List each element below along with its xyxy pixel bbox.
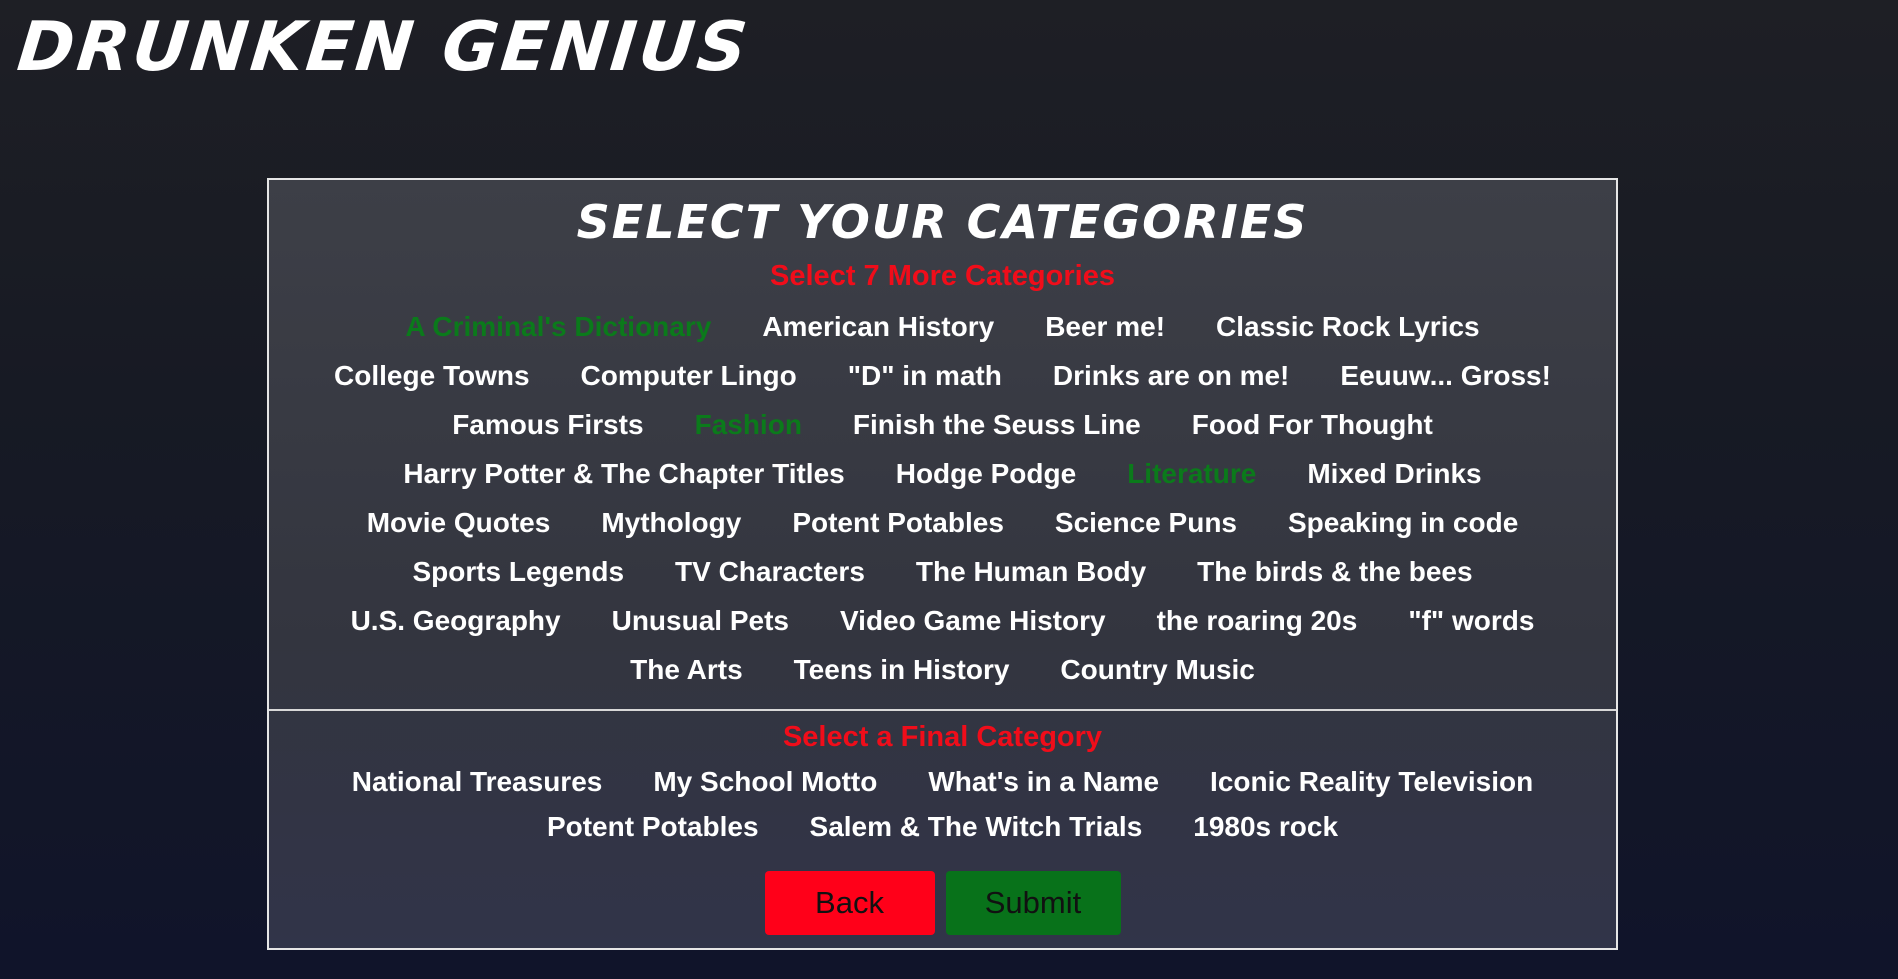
category-option[interactable]: Mixed Drinks — [1307, 449, 1481, 498]
final-category-option[interactable]: Potent Potables — [547, 804, 759, 849]
category-option[interactable]: Eeuuw... Gross! — [1340, 351, 1551, 400]
final-category-instruction: Select a Final Category — [782, 721, 1103, 753]
category-option[interactable]: Food For Thought — [1192, 400, 1433, 449]
category-option[interactable]: The birds & the bees — [1197, 547, 1472, 596]
category-option[interactable]: "D" in math — [848, 351, 1002, 400]
final-category-section: Select a Final Category National Treasur… — [269, 717, 1616, 849]
category-option[interactable]: the roaring 20s — [1157, 596, 1358, 645]
category-option[interactable]: A Criminal's Dictionary — [405, 302, 711, 351]
category-option[interactable]: Sports Legends — [412, 547, 624, 596]
submit-button[interactable]: Submit — [945, 871, 1121, 935]
category-option[interactable]: Movie Quotes — [367, 498, 551, 547]
category-option[interactable]: Finish the Seuss Line — [853, 400, 1141, 449]
category-option[interactable]: College Towns — [334, 351, 530, 400]
category-selection-panel: Select Your Categories Select 7 More Cat… — [267, 178, 1618, 950]
category-option[interactable]: "f" words — [1408, 596, 1534, 645]
final-category-option[interactable]: Salem & The Witch Trials — [810, 804, 1143, 849]
category-option[interactable]: Fashion — [695, 400, 802, 449]
category-option[interactable]: Speaking in code — [1288, 498, 1518, 547]
category-option[interactable]: American History — [762, 302, 994, 351]
category-option[interactable]: Famous Firsts — [452, 400, 643, 449]
page-title: Select Your Categories — [576, 195, 1309, 249]
category-option[interactable]: Unusual Pets — [612, 596, 789, 645]
final-category-option[interactable]: 1980s rock — [1193, 804, 1338, 849]
final-category-list: National Treasures My School Motto What's … — [269, 759, 1616, 849]
category-count-instruction: Select 7 More Categories — [770, 260, 1115, 292]
action-buttons: Back Submit — [269, 871, 1616, 935]
category-option[interactable]: Literature — [1127, 449, 1256, 498]
final-category-option[interactable]: My School Motto — [653, 759, 877, 804]
category-option[interactable]: Computer Lingo — [581, 351, 797, 400]
app-logo: Drunken Genius — [13, 8, 754, 87]
category-option[interactable]: Hodge Podge — [896, 449, 1076, 498]
category-option[interactable]: Country Music — [1060, 645, 1254, 694]
section-divider — [269, 709, 1616, 711]
final-category-option[interactable]: National Treasures — [352, 759, 603, 804]
final-category-option[interactable]: Iconic Reality Television — [1210, 759, 1533, 804]
category-option[interactable]: Classic Rock Lyrics — [1216, 302, 1480, 351]
category-option[interactable]: Potent Potables — [792, 498, 1004, 547]
back-button[interactable]: Back — [764, 871, 935, 935]
category-option[interactable]: Harry Potter & The Chapter Titles — [403, 449, 844, 498]
category-option[interactable]: TV Characters — [675, 547, 865, 596]
category-option[interactable]: Mythology — [601, 498, 741, 547]
category-option[interactable]: U.S. Geography — [351, 596, 561, 645]
category-option[interactable]: Video Game History — [840, 596, 1106, 645]
category-option[interactable]: The Human Body — [916, 547, 1146, 596]
category-option[interactable]: Teens in History — [794, 645, 1010, 694]
category-list: A Criminal's Dictionary American History B… — [269, 302, 1616, 694]
final-category-option[interactable]: What's in a Name — [928, 759, 1159, 804]
category-option[interactable]: Science Puns — [1055, 498, 1237, 547]
category-option[interactable]: The Arts — [630, 645, 743, 694]
category-option[interactable]: Beer me! — [1045, 302, 1165, 351]
category-option[interactable]: Drinks are on me! — [1053, 351, 1290, 400]
